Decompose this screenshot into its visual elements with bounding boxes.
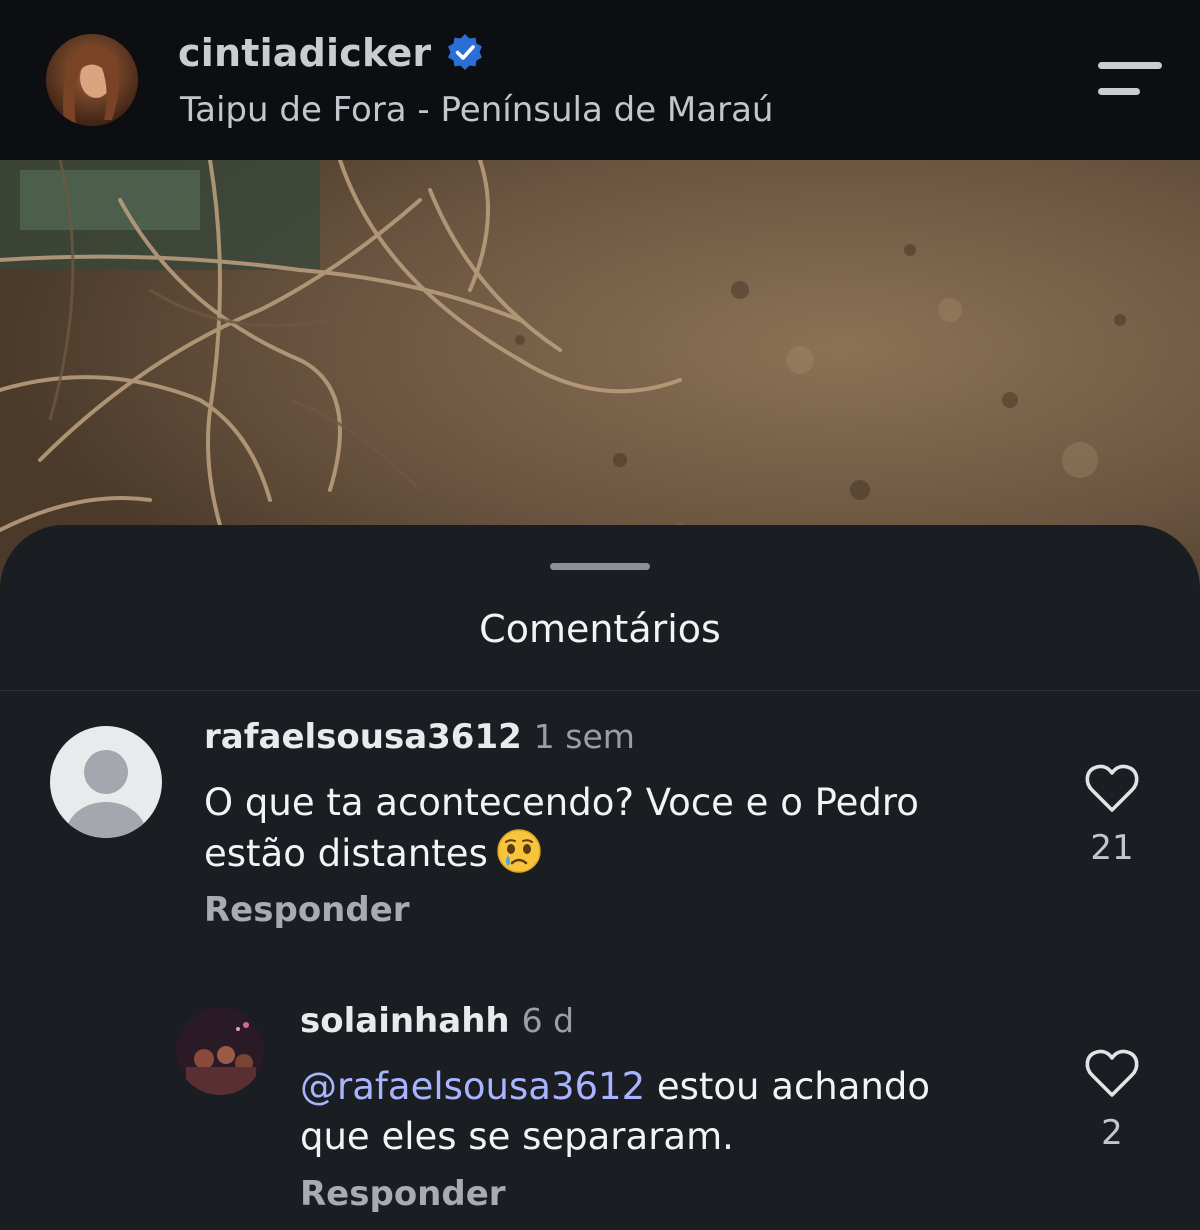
reply-button[interactable]: Responder: [300, 1174, 506, 1214]
comment-time: 6 d: [521, 1001, 575, 1040]
like-count: 2: [1101, 1113, 1123, 1153]
post-header: cintiadicker Taipu de Fora - Península d…: [0, 0, 1200, 160]
hamburger-menu-icon[interactable]: [1098, 60, 1164, 100]
post-username[interactable]: cintiadicker: [178, 31, 431, 75]
user-avatar[interactable]: [176, 1007, 264, 1095]
comment-username[interactable]: solainhahh: [300, 1001, 510, 1041]
verified-badge-icon: [445, 33, 485, 73]
like-button[interactable]: [1084, 1048, 1140, 1100]
heart-outline-icon: [1085, 1049, 1139, 1097]
reply-item: solainhahh 6 d @rafaelsousa3612 estou ach…: [0, 525, 1200, 1230]
mention-link[interactable]: @rafaelsousa3612: [300, 1065, 645, 1108]
comment-text: @rafaelsousa3612 estou achando que eles …: [300, 1065, 930, 1158]
profile-avatar[interactable]: [46, 34, 138, 126]
comments-sheet: Comentários rafaelsousa3612 1 sem O que t…: [0, 525, 1200, 1230]
post-location[interactable]: Taipu de Fora - Península de Maraú: [180, 90, 773, 130]
